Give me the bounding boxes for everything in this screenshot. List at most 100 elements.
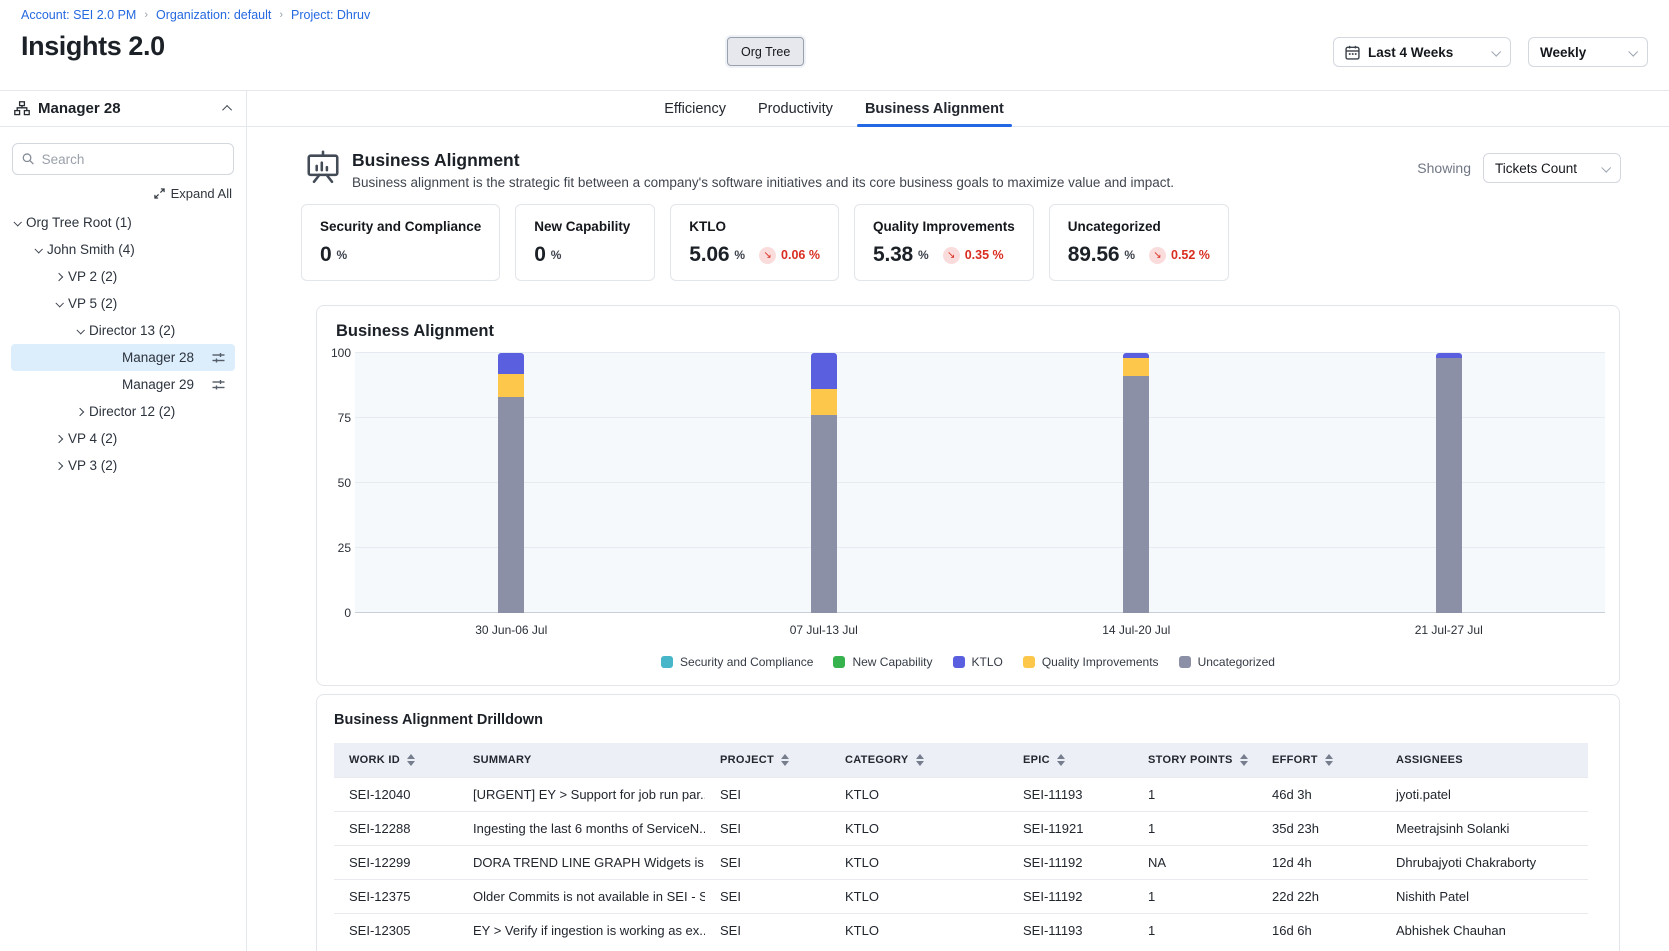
metric-card-uncategorized[interactable]: Uncategorized89.56%↘0.52 % — [1049, 204, 1229, 281]
column-header-inner: WORK ID — [349, 754, 458, 766]
sidebar-item-manager-28[interactable]: Manager 28 — [11, 344, 235, 371]
chart-bar-group — [668, 353, 981, 613]
cell-project: SEI — [705, 811, 830, 845]
sidebar-item-manager-29[interactable]: Manager 29 — [11, 371, 235, 398]
chart-bar-group — [355, 353, 668, 613]
sort-icon[interactable] — [781, 754, 789, 766]
bar-segment-uncategorized[interactable] — [1436, 358, 1462, 613]
bar-segment-ktlo[interactable] — [498, 353, 524, 374]
chevron-down-icon[interactable] — [55, 299, 63, 307]
chevron-down-icon[interactable] — [13, 218, 21, 226]
bar-segment-quality-improvements[interactable] — [811, 389, 837, 415]
sort-asc-icon — [1057, 754, 1065, 759]
column-header-effort[interactable]: EFFORT — [1257, 743, 1381, 777]
sidebar-item-vp-5-2[interactable]: VP 5 (2) — [11, 290, 235, 317]
table-row[interactable]: SEI-12305EY > Verify if ingestion is wor… — [334, 913, 1588, 947]
chevron-down-icon — [1601, 162, 1611, 172]
chart-card: Business Alignment 0255075100 30 Jun-06 … — [316, 305, 1620, 686]
metric-value: 5.38 — [873, 243, 913, 267]
sort-desc-icon — [1240, 761, 1248, 766]
sidebar-item-org-tree-root-1[interactable]: Org Tree Root (1) — [11, 209, 235, 236]
column-header-story-points[interactable]: STORY POINTS — [1133, 743, 1257, 777]
metric-card-new-capability[interactable]: New Capability0% — [515, 204, 655, 281]
table-row[interactable]: SEI-12299DORA TREND LINE GRAPH Widgets i… — [334, 845, 1588, 879]
metric-value-row: 89.56%↘0.52 % — [1068, 243, 1210, 267]
sort-desc-icon — [781, 761, 789, 766]
cell-work-id: SEI-12299 — [334, 845, 458, 879]
chevron-down-icon[interactable] — [76, 326, 84, 334]
trend-down-icon: ↘ — [943, 247, 960, 264]
tab-productivity[interactable]: Productivity — [756, 91, 835, 126]
tab-efficiency[interactable]: Efficiency — [662, 91, 728, 126]
bar-segment-uncategorized[interactable] — [498, 397, 524, 613]
sort-asc-icon — [1240, 754, 1248, 759]
bar-segment-uncategorized[interactable] — [811, 415, 837, 613]
cell-effort: 22d 22h — [1257, 879, 1381, 913]
breadcrumb-link-organization[interactable]: Organization: default — [156, 8, 271, 22]
legend-item-uncategorized[interactable]: Uncategorized — [1179, 655, 1275, 669]
section-description: Business alignment is the strategic fit … — [352, 175, 1417, 190]
legend-swatch — [661, 656, 673, 668]
sidebar-header: Manager 28 — [0, 91, 246, 127]
date-range-dropdown[interactable]: Last 4 Weeks — [1333, 37, 1511, 67]
chevron-down-icon — [1491, 46, 1501, 56]
table-row[interactable]: SEI-12288Ingesting the last 6 months of … — [334, 811, 1588, 845]
search-input[interactable] — [42, 152, 224, 167]
sidebar-item-vp-2-2[interactable]: VP 2 (2) — [11, 263, 235, 290]
metric-value: 0 — [534, 243, 545, 267]
sort-icon[interactable] — [1057, 754, 1065, 766]
chart-bar-group — [1293, 353, 1606, 613]
chevron-right-icon[interactable] — [55, 434, 63, 442]
chevron-right-icon[interactable] — [55, 272, 63, 280]
tab-business-alignment[interactable]: Business Alignment — [863, 91, 1006, 126]
sidebar-item-vp-4-2[interactable]: VP 4 (2) — [11, 425, 235, 452]
cell-category: KTLO — [830, 845, 1008, 879]
chevron-right-icon[interactable] — [76, 407, 84, 415]
sitemap-icon — [14, 101, 30, 116]
sliders-icon[interactable] — [211, 351, 227, 365]
sidebar-item-director-13-2[interactable]: Director 13 (2) — [11, 317, 235, 344]
legend-item-quality-improvements[interactable]: Quality Improvements — [1023, 655, 1159, 669]
collapse-chevron-icon[interactable] — [222, 105, 232, 115]
column-header-epic[interactable]: EPIC — [1008, 743, 1133, 777]
table-row[interactable]: SEI-12040[URGENT] EY > Support for job r… — [334, 777, 1588, 811]
interval-dropdown[interactable]: Weekly — [1528, 37, 1648, 67]
bar-segment-ktlo[interactable] — [1436, 353, 1462, 358]
legend-item-security-and-compliance[interactable]: Security and Compliance — [661, 655, 813, 669]
expand-all-button[interactable]: Expand All — [14, 186, 232, 201]
sort-icon[interactable] — [407, 754, 415, 766]
breadcrumb-link-account[interactable]: Account: SEI 2.0 PM — [21, 8, 136, 22]
table-row[interactable]: SEI-12375Older Commits is not available … — [334, 879, 1588, 913]
chevron-right-icon[interactable] — [55, 461, 63, 469]
showing-dropdown[interactable]: Tickets Count — [1483, 153, 1621, 183]
sort-icon[interactable] — [916, 754, 924, 766]
metric-card-ktlo[interactable]: KTLO5.06%↘0.06 % — [670, 204, 839, 281]
sliders-icon[interactable] — [211, 378, 227, 392]
sort-icon[interactable] — [1325, 754, 1333, 766]
bar-segment-ktlo[interactable] — [1123, 353, 1149, 358]
legend-item-new-capability[interactable]: New Capability — [833, 655, 932, 669]
chevron-down-icon[interactable] — [34, 245, 42, 253]
column-header-work-id[interactable]: WORK ID — [334, 743, 458, 777]
breadcrumb-link-project[interactable]: Project: Dhruv — [291, 8, 370, 22]
sidebar-item-john-smith-4[interactable]: John Smith (4) — [11, 236, 235, 263]
bar-segment-quality-improvements[interactable] — [498, 374, 524, 397]
legend-item-ktlo[interactable]: KTLO — [953, 655, 1003, 669]
drilldown-table: WORK IDSUMMARYPROJECTCATEGORYEPICSTORY P… — [334, 743, 1588, 947]
cell-epic: SEI-11193 — [1008, 913, 1133, 947]
bar-segment-uncategorized[interactable] — [1123, 376, 1149, 613]
column-header-category[interactable]: CATEGORY — [830, 743, 1008, 777]
sort-icon[interactable] — [1240, 754, 1248, 766]
org-tree-button[interactable]: Org Tree — [727, 37, 804, 66]
bar-segment-quality-improvements[interactable] — [1123, 358, 1149, 376]
cell-summary: [URGENT] EY > Support for job run par... — [458, 777, 705, 811]
column-header-inner: EFFORT — [1272, 754, 1381, 766]
sidebar-item-vp-3-2[interactable]: VP 3 (2) — [11, 452, 235, 479]
sidebar-item-director-12-2[interactable]: Director 12 (2) — [11, 398, 235, 425]
metric-card-quality-improvements[interactable]: Quality Improvements5.38%↘0.35 % — [854, 204, 1034, 281]
metric-title: Quality Improvements — [873, 219, 1015, 234]
column-header-project[interactable]: PROJECT — [705, 743, 830, 777]
metric-card-security-and-compliance[interactable]: Security and Compliance0% — [301, 204, 500, 281]
bar-segment-ktlo[interactable] — [811, 353, 837, 389]
tab-bar: Efficiency Productivity Business Alignment — [247, 91, 1669, 127]
